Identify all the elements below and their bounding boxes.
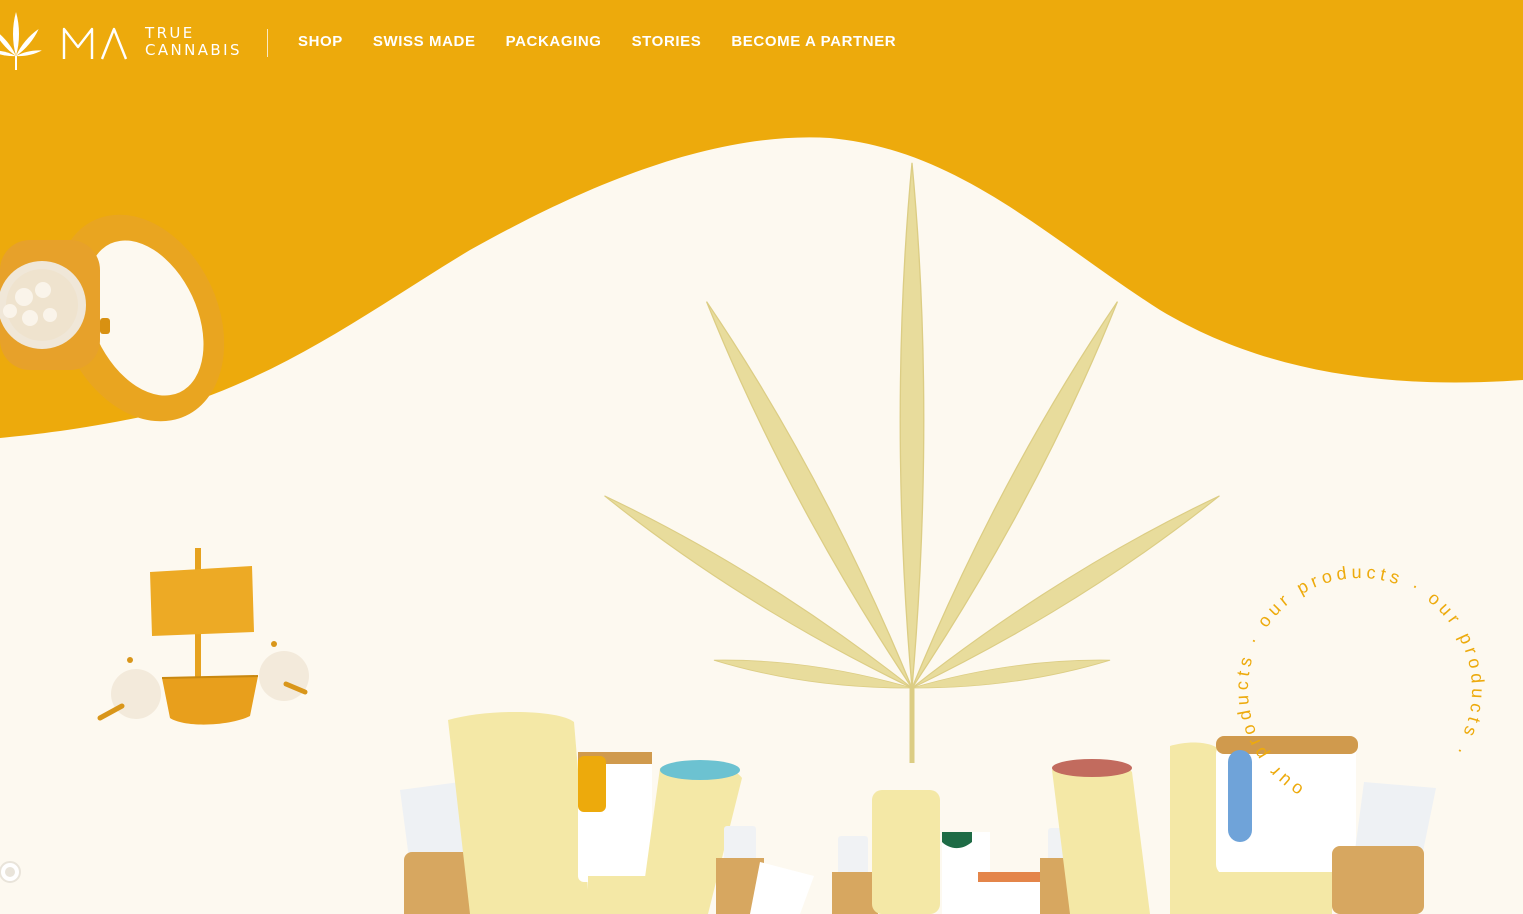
nav-packaging[interactable]: PACKAGING [506,33,602,51]
main-nav: SHOP SWISS MADE PACKAGING STORIES BECOME… [298,33,896,51]
cannabis-leaf-icon [0,12,42,70]
header-divider [267,29,268,57]
nav-swiss-made[interactable]: SWISS MADE [373,33,476,51]
chat-bubble-icon[interactable] [0,860,22,884]
brand-line-1: TRUE [145,24,195,42]
brand-line-2: CANNABIS [145,41,242,59]
nav-shop[interactable]: SHOP [298,33,343,51]
our-products-badge[interactable]: our products · our products · our produc… [1230,560,1490,820]
boat-illustration [97,548,309,725]
our-products-text: our products · our products · our produc… [1230,560,1490,820]
logo-mark [62,27,128,60]
nav-become-a-partner[interactable]: BECOME A PARTNER [731,33,896,51]
site-header: TRUE CANNABIS SHOP SWISS MADE PACKAGING … [0,0,1523,84]
brand-wordmark: TRUE CANNABIS [145,25,242,59]
nav-stories[interactable]: STORIES [632,33,702,51]
svg-text:our products · our products ·: our products · our products · our produc… [1230,560,1490,820]
